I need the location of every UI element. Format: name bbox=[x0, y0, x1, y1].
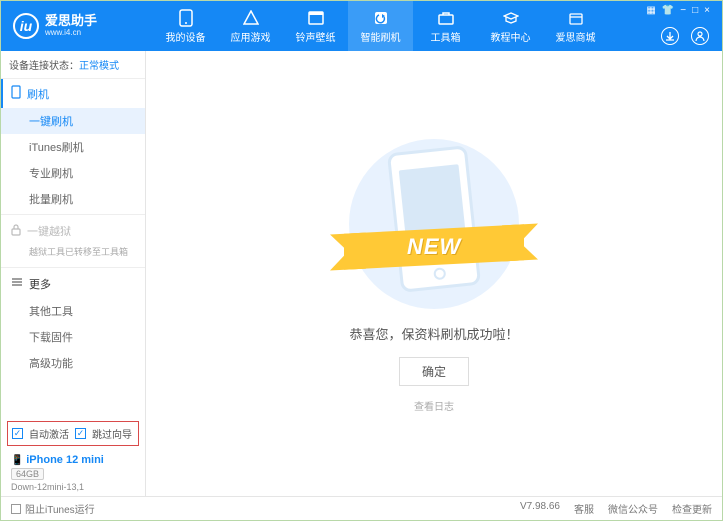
lock-icon bbox=[11, 224, 21, 239]
checkbox-block-itunes[interactable] bbox=[11, 504, 21, 514]
service-link[interactable]: 客服 bbox=[574, 501, 594, 516]
menu-pro-flash[interactable]: 专业刷机 bbox=[1, 160, 145, 186]
logo[interactable]: iu 爱思助手 www.i4.cn bbox=[13, 13, 153, 39]
ribbon-text: NEW bbox=[407, 234, 461, 260]
nav-tutorials[interactable]: 教程中心 bbox=[478, 1, 543, 51]
user-icon[interactable] bbox=[691, 27, 709, 45]
close-button[interactable]: × bbox=[704, 5, 710, 16]
connection-status: 设备连接状态：正常模式 bbox=[1, 51, 145, 79]
jailbreak-note: 越狱工具已转移至工具箱 bbox=[1, 245, 145, 265]
tutorial-icon bbox=[502, 9, 520, 27]
wallpaper-icon bbox=[307, 9, 325, 27]
sidebar: 设备连接状态：正常模式 刷机 一键刷机 iTunes刷机 专业刷机 批量刷机 一… bbox=[1, 51, 146, 496]
footer: 阻止iTunes运行 V7.98.66 客服 微信公众号 检查更新 bbox=[1, 496, 722, 520]
menu-itunes-flash[interactable]: iTunes刷机 bbox=[1, 134, 145, 160]
minimize-button[interactable]: − bbox=[680, 5, 686, 16]
checkbox-auto-activate[interactable]: ✓ bbox=[12, 428, 23, 439]
menu-download-firmware[interactable]: 下载固件 bbox=[1, 324, 145, 350]
flash-icon bbox=[372, 9, 390, 27]
app-name: 爱思助手 bbox=[45, 14, 97, 28]
nav-apps[interactable]: 应用游戏 bbox=[218, 1, 283, 51]
device-model: Down-12mini-13,1 bbox=[11, 482, 135, 492]
app-url: www.i4.cn bbox=[45, 29, 97, 38]
checkbox-skip-guide[interactable]: ✓ bbox=[75, 428, 86, 439]
more-icon bbox=[11, 277, 23, 290]
main-nav: 我的设备 应用游戏 铃声壁纸 智能刷机 工具箱 教程中心 爱思商城 bbox=[153, 1, 714, 51]
nav-flash[interactable]: 智能刷机 bbox=[348, 1, 413, 51]
section-jailbreak[interactable]: 一键越狱 bbox=[1, 217, 145, 245]
checkbox-row: ✓ 自动激活 ✓ 跳过向导 bbox=[7, 421, 139, 446]
maximize-button[interactable]: □ bbox=[692, 5, 698, 16]
toolbox-icon bbox=[437, 9, 455, 27]
menu-icon[interactable]: ▦ bbox=[646, 5, 655, 16]
section-more[interactable]: 更多 bbox=[1, 270, 145, 298]
apps-icon bbox=[242, 9, 260, 27]
menu-batch-flash[interactable]: 批量刷机 bbox=[1, 186, 145, 212]
menu-advanced[interactable]: 高级功能 bbox=[1, 350, 145, 376]
success-message: 恭喜您，保资料刷机成功啦！ bbox=[349, 324, 518, 343]
section-flash[interactable]: 刷机 bbox=[1, 79, 145, 108]
view-log-link[interactable]: 查看日志 bbox=[414, 398, 454, 413]
menu-oneclick-flash[interactable]: 一键刷机 bbox=[1, 108, 145, 134]
device-capacity: 64GB bbox=[11, 468, 44, 480]
logo-icon: iu bbox=[13, 13, 39, 39]
titlebar: iu 爱思助手 www.i4.cn 我的设备 应用游戏 铃声壁纸 智能刷机 工具… bbox=[1, 1, 722, 51]
update-link[interactable]: 检查更新 bbox=[672, 501, 712, 516]
success-illustration: NEW bbox=[344, 134, 524, 314]
device-phone-icon: 📱 bbox=[11, 455, 23, 466]
version-label: V7.98.66 bbox=[520, 501, 560, 516]
wechat-link[interactable]: 微信公众号 bbox=[608, 501, 658, 516]
skin-icon[interactable]: 👕 bbox=[662, 5, 674, 16]
download-icon[interactable] bbox=[661, 27, 679, 45]
ok-button[interactable]: 确定 bbox=[399, 357, 469, 386]
window-controls: ▦ 👕 − □ × bbox=[646, 5, 716, 16]
device-info[interactable]: 📱 iPhone 12 mini 64GB Down-12mini-13,1 bbox=[1, 450, 145, 496]
nav-ringtones[interactable]: 铃声壁纸 bbox=[283, 1, 348, 51]
nav-my-device[interactable]: 我的设备 bbox=[153, 1, 218, 51]
main-content: NEW 恭喜您，保资料刷机成功啦！ 确定 查看日志 bbox=[146, 51, 722, 496]
nav-store[interactable]: 爱思商城 bbox=[543, 1, 608, 51]
menu-other-tools[interactable]: 其他工具 bbox=[1, 298, 145, 324]
device-icon bbox=[177, 9, 195, 27]
phone-icon bbox=[11, 85, 21, 102]
nav-toolbox[interactable]: 工具箱 bbox=[413, 1, 478, 51]
store-icon bbox=[567, 9, 585, 27]
